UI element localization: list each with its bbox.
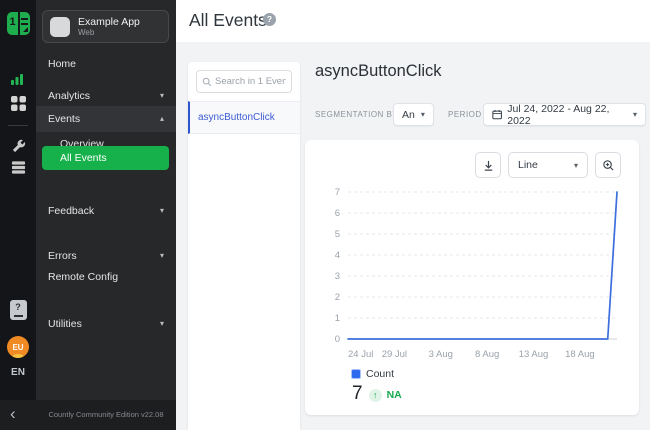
- svg-text:29 Jul: 29 Jul: [382, 349, 407, 360]
- svg-text:0: 0: [335, 334, 340, 345]
- guides-help-icon[interactable]: ?: [0, 300, 36, 320]
- chevron-down-icon: ▾: [633, 110, 637, 119]
- sidebar-item-feedback[interactable]: Feedback▾: [36, 199, 176, 223]
- chevron-down-icon: ▾: [160, 84, 164, 108]
- analytics-bars-icon[interactable]: [0, 70, 36, 86]
- download-icon: [482, 159, 495, 172]
- avatar-initials: EU: [7, 336, 29, 358]
- main-content: asyncButtonClick asyncButtonClick SEGMEN…: [176, 42, 650, 430]
- line-chart[interactable]: 0 1 2 3 4 5 6 7 24 Jul 29 Jul 3 Aug 8 Aug 13 Aug 18 A…: [305, 182, 639, 368]
- chevron-down-icon: ▾: [421, 110, 425, 119]
- legend-label: Count: [366, 368, 394, 380]
- trend-value: NA: [387, 389, 402, 401]
- legend-color-swatch: [351, 369, 361, 379]
- iconbar-divider: [8, 125, 28, 126]
- zoom-in-icon: [602, 159, 615, 172]
- chart-card: Line ▾ 0 1 2 3 4 5 6 7 24 Jul 29 Jul 3 Aug 8 Aug 13 …: [305, 140, 639, 415]
- sidebar-item-remote-config[interactable]: Remote Config: [36, 265, 176, 289]
- total-count-value: 7: [352, 383, 363, 405]
- zoom-chart-button[interactable]: [595, 152, 621, 178]
- sidebar-item-utilities[interactable]: Utilities▾: [36, 312, 176, 336]
- page-help-icon[interactable]: ?: [263, 13, 276, 26]
- period-datepicker[interactable]: Jul 24, 2022 - Aug 22, 2022 ▾: [483, 103, 646, 126]
- sidebar-nav: Example App Web Home Analytics▾ Events▴ …: [36, 0, 176, 400]
- apps-grid-icon[interactable]: [0, 96, 36, 111]
- search-icon: [202, 77, 212, 87]
- chevron-down-icon: ▾: [160, 199, 164, 223]
- svg-text:13 Aug: 13 Aug: [519, 349, 549, 360]
- app-icon: [50, 17, 70, 37]
- line-chart-svg: 0 1 2 3 4 5 6 7 24 Jul 29 Jul 3 Aug 8 Aug 13 Aug 18 A…: [305, 182, 639, 368]
- svg-text:6: 6: [335, 208, 340, 219]
- sidebar-item-analytics[interactable]: Analytics▾: [36, 84, 176, 108]
- chevron-up-icon: ▴: [160, 106, 164, 132]
- sidebar-item-events[interactable]: Events▴: [36, 106, 176, 132]
- countly-logo-icon: 1: [7, 12, 30, 35]
- event-search-box[interactable]: [196, 70, 292, 93]
- svg-text:1: 1: [335, 313, 340, 324]
- period-label: PERIOD: [448, 110, 482, 119]
- svg-text:7: 7: [335, 187, 340, 198]
- sidebar-icon-bar: 1 ? EU EN: [0, 0, 36, 400]
- sidebar-item-all-events[interactable]: All Events: [42, 146, 169, 170]
- segmentation-label: SEGMENTATION BY: [315, 110, 398, 119]
- events-list-panel: asyncButtonClick: [188, 62, 300, 430]
- countly-logo[interactable]: 1: [0, 12, 36, 35]
- version-label: Countly Community Edition v22.08: [36, 410, 176, 419]
- management-wrench-icon[interactable]: [0, 138, 36, 153]
- download-chart-button[interactable]: [475, 152, 501, 178]
- svg-text:2: 2: [335, 292, 340, 303]
- language-label: EN: [11, 367, 25, 378]
- chevron-down-icon: ▾: [160, 312, 164, 336]
- data-manager-icon[interactable]: [0, 160, 36, 175]
- sidebar-item-home[interactable]: Home: [36, 52, 176, 76]
- chevron-down-icon: ▾: [574, 161, 578, 170]
- app-type: Web: [78, 28, 140, 37]
- sidebar-footer: ‹ Countly Community Edition v22.08: [0, 400, 176, 430]
- app-switcher[interactable]: Example App Web: [42, 10, 169, 43]
- svg-text:18 Aug: 18 Aug: [565, 349, 595, 360]
- event-list-item-selected[interactable]: asyncButtonClick: [188, 101, 300, 134]
- page-title: All Events: [189, 10, 267, 31]
- event-detail-title: asyncButtonClick: [315, 62, 442, 81]
- svg-text:4: 4: [335, 250, 340, 261]
- segmentation-dropdown[interactable]: An ▾: [393, 103, 434, 126]
- summary-row: 7 ↑ NA: [352, 383, 402, 405]
- svg-text:5: 5: [335, 229, 340, 240]
- language-selector[interactable]: EN: [0, 367, 36, 378]
- calendar-icon: [492, 109, 502, 120]
- chart-type-select[interactable]: Line ▾: [508, 152, 588, 178]
- svg-text:8 Aug: 8 Aug: [475, 349, 499, 360]
- app-name: Example App: [78, 16, 140, 28]
- svg-text:24 Jul: 24 Jul: [348, 349, 373, 360]
- trend-up-icon: ↑: [369, 389, 382, 402]
- svg-text:3: 3: [335, 271, 340, 282]
- page-header: All Events ?: [176, 0, 650, 42]
- user-avatar[interactable]: EU: [0, 336, 36, 358]
- chart-legend[interactable]: Count: [351, 368, 394, 380]
- svg-text:3 Aug: 3 Aug: [429, 349, 453, 360]
- event-search-input[interactable]: [215, 76, 286, 87]
- collapse-sidebar-button[interactable]: ‹: [10, 404, 16, 424]
- help-doc-icon: ?: [10, 300, 27, 320]
